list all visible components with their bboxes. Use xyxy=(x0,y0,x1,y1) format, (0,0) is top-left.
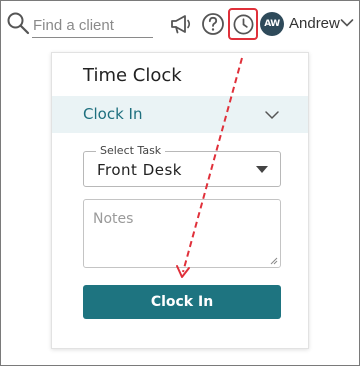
time-clock-panel: Time Clock Clock In Select Task Front De… xyxy=(51,52,309,349)
client-search-input[interactable] xyxy=(32,12,153,38)
section-label: Clock In xyxy=(83,105,143,123)
time-clock-button[interactable] xyxy=(228,8,258,40)
chevron-down-icon[interactable] xyxy=(264,110,280,120)
top-bar: AW Andrew xyxy=(0,0,360,50)
notes-placeholder: Notes xyxy=(93,211,134,227)
search-icon[interactable] xyxy=(6,11,30,35)
caret-down-icon[interactable] xyxy=(256,166,268,174)
resize-grip-icon[interactable] xyxy=(270,257,278,265)
user-name[interactable]: Andrew xyxy=(289,15,340,32)
select-task-dropdown[interactable]: Select Task Front Desk xyxy=(83,144,281,187)
megaphone-icon[interactable] xyxy=(169,13,193,35)
notes-textarea[interactable]: Notes xyxy=(83,199,281,268)
avatar[interactable]: AW xyxy=(260,12,284,36)
selected-task-value: Front Desk xyxy=(97,161,182,179)
clock-icon xyxy=(233,14,254,35)
help-icon[interactable] xyxy=(201,12,225,36)
clock-in-button[interactable]: Clock In xyxy=(83,285,281,319)
chevron-down-icon[interactable] xyxy=(340,18,354,28)
panel-title: Time Clock xyxy=(83,65,182,86)
select-task-label: Select Task xyxy=(96,144,166,157)
clock-in-section-header[interactable]: Clock In xyxy=(52,96,308,133)
